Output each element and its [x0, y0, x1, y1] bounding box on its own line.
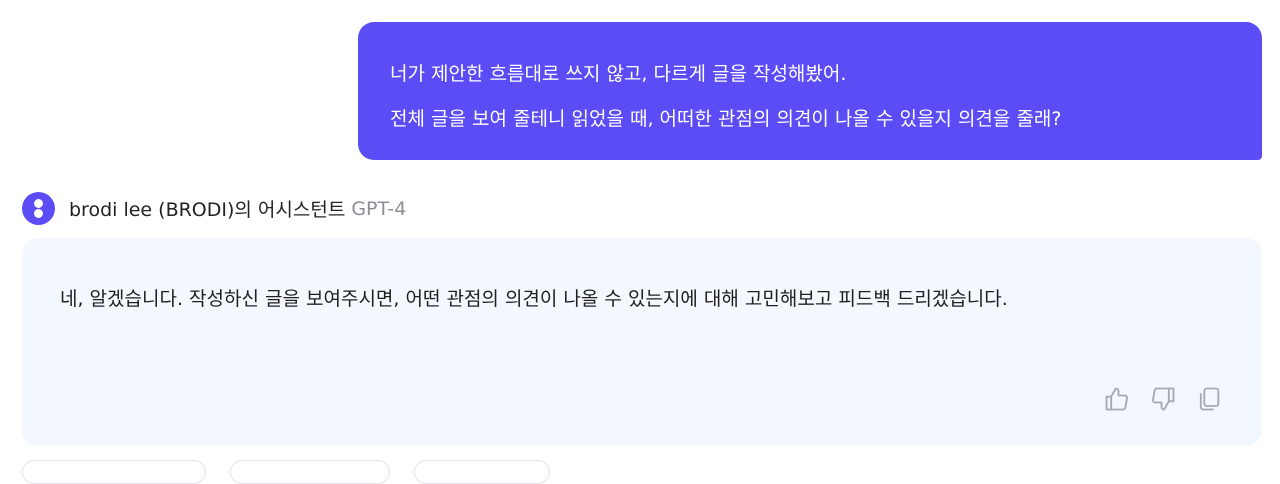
copy-icon [1199, 387, 1220, 411]
thumbs-down-icon [1152, 387, 1175, 411]
like-button[interactable] [1102, 384, 1132, 414]
suggestion-chip[interactable] [230, 460, 390, 484]
avatar-dot-bottom [34, 209, 43, 218]
copy-button[interactable] [1194, 384, 1224, 414]
bot-header: brodi lee (BRODI)의 어시스턴트 GPT-4 [22, 192, 406, 225]
dislike-button[interactable] [1148, 384, 1178, 414]
user-message-line-2: 전체 글을 보여 줄테니 읽었을 때, 어떠한 관점의 의견이 나올 수 있을지… [390, 108, 1062, 130]
message-actions [1102, 384, 1224, 414]
bot-message-bubble: 네, 알겠습니다. 작성하신 글을 보여주시면, 어떤 관점의 의견이 나올 수… [22, 238, 1262, 446]
bot-name[interactable]: brodi lee (BRODI)의 어시스턴트 [69, 195, 345, 222]
suggestion-chip[interactable] [414, 460, 550, 484]
bot-message-text: 네, 알겠습니다. 작성하신 글을 보여주시면, 어떤 관점의 의견이 나올 수… [60, 288, 1008, 310]
suggestion-chip[interactable] [22, 460, 206, 484]
user-message-line-1: 너가 제안한 흐름대로 쓰지 않고, 다르게 글을 작성해봤어. [390, 63, 847, 85]
suggestion-chips [22, 460, 550, 484]
bot-avatar[interactable] [22, 192, 55, 225]
bot-model-label: GPT-4 [351, 197, 407, 220]
avatar-dot-top [34, 199, 43, 208]
user-message-bubble: 너가 제안한 흐름대로 쓰지 않고, 다르게 글을 작성해봤어. 전체 글을 보… [358, 22, 1262, 160]
thumbs-up-icon [1105, 387, 1128, 411]
